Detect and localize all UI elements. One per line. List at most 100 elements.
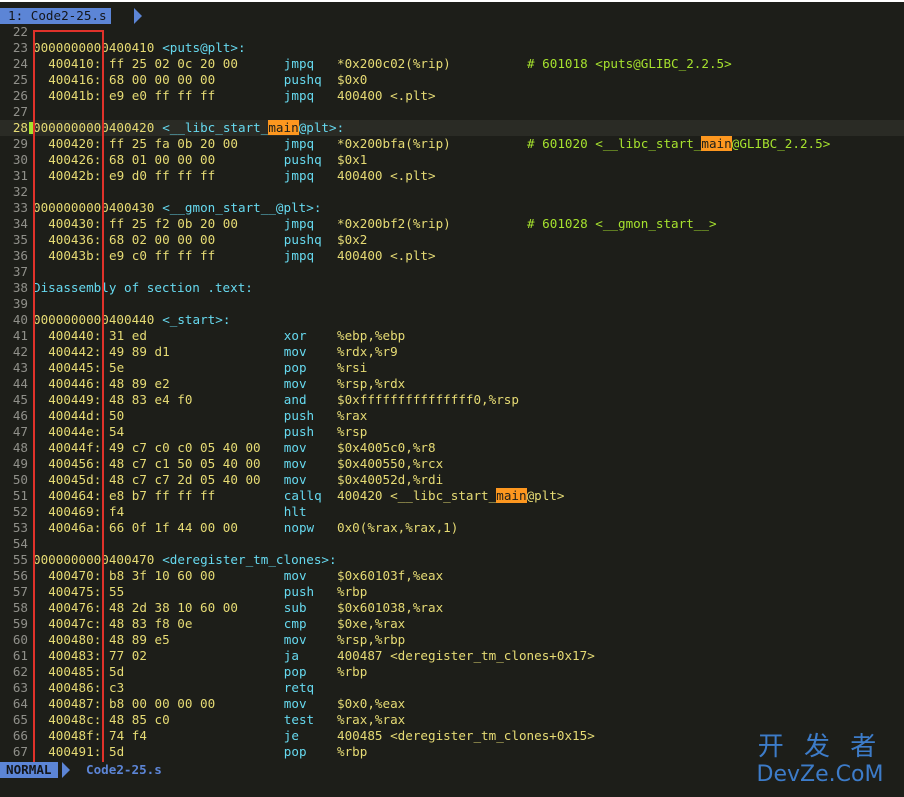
mnemonic: pop xyxy=(283,664,307,679)
line-number: 39 xyxy=(12,296,28,311)
opcode-bytes: 5e xyxy=(109,360,125,375)
annotation-box xyxy=(33,30,104,778)
line-number: 28 xyxy=(12,120,28,135)
opcode-bytes: ff 25 f2 0b 20 00 xyxy=(109,216,238,231)
opcode-bytes: 54 xyxy=(109,424,125,439)
mnemonic: pop xyxy=(283,360,307,375)
code-line[interactable]: 44 400446:48 89 e2 mov %rsp,%rdx xyxy=(0,376,904,392)
mode-indicator: NORMAL xyxy=(0,762,58,778)
opcode-bytes: 55 xyxy=(109,584,125,599)
code-line[interactable]: 40 0000000000400440 <_start>: xyxy=(0,312,904,328)
operands: %rbp xyxy=(337,664,368,679)
buffer-tab[interactable]: 1: Code2-25.s xyxy=(0,8,111,24)
code-line[interactable]: 62 400485:5d pop %rbp xyxy=(0,664,904,680)
disassembly-editor[interactable]: 22 23 0000000000400410 <puts@plt>: 24 400410:… xyxy=(0,24,904,760)
mnemonic: and xyxy=(283,392,307,407)
code-line[interactable]: 59 40047c:48 83 f8 0e cmp $0xe,%rax xyxy=(0,616,904,632)
code-line[interactable]: 41 400440:31 ed xor %ebp,%ebp xyxy=(0,328,904,344)
operands: *0x200c02(%rip) xyxy=(337,56,451,71)
code-line[interactable]: 24 400410: ff 25 02 0c 20 00 jmpq *0x200c02(… xyxy=(0,56,904,72)
code-line[interactable]: 51 400464: e8 b7 ff ff ff callq 400420 <__li… xyxy=(0,488,904,504)
code-line[interactable]: 47 40044e:54 push %rsp xyxy=(0,424,904,440)
operands: %rbp xyxy=(337,584,368,599)
opcode-bytes: 48 89 e2 xyxy=(109,376,170,391)
code-line[interactable]: 46 40044d:50 push %rax xyxy=(0,408,904,424)
code-line[interactable]: 65 40048c:48 85 c0 test %rax,%rax xyxy=(0,712,904,728)
code-line[interactable]: 33 0000000000400430 <__gmon_start__@plt>: xyxy=(0,200,904,216)
line-number: 40 xyxy=(12,312,28,327)
line-number: 23 xyxy=(12,40,28,55)
code-line[interactable]: 49 400456:48 c7 c1 50 05 40 00 mov $0x40055… xyxy=(0,456,904,472)
mnemonic: nopw xyxy=(283,520,315,535)
line-number: 55 xyxy=(12,552,28,567)
opcode-bytes: ff 25 fa 0b 20 00 xyxy=(109,136,238,151)
code-line[interactable]: 43 400445:5e pop %rsi xyxy=(0,360,904,376)
code-line[interactable]: 23 0000000000400410 <puts@plt>: xyxy=(0,40,904,56)
code-line[interactable]: 30 400426:68 01 00 00 00 pushq $0x1 xyxy=(0,152,904,168)
line-number: 33 xyxy=(12,200,28,215)
mnemonic: push xyxy=(283,424,315,439)
code-line[interactable]: 42 400442:49 89 d1 mov %rdx,%r9 xyxy=(0,344,904,360)
mnemonic: cmp xyxy=(283,616,307,631)
code-line[interactable]: 61 400483:77 02 ja 400487 <deregister_tm_cl… xyxy=(0,648,904,664)
mnemonic: jmpq xyxy=(283,216,315,231)
opcode-bytes: 68 02 00 00 00 xyxy=(109,232,216,247)
code-line[interactable]: 60 400480:48 89 e5 mov %rsp,%rbp xyxy=(0,632,904,648)
code-line[interactable]: 34 400430: ff 25 f2 0b 20 00 jmpq *0x200bf2(… xyxy=(0,216,904,232)
code-line[interactable]: 58 400476:48 2d 38 10 60 00 sub $0x601038,%… xyxy=(0,600,904,616)
comment: # 601020 <__libc_start_main@GLIBC_2.2.5> xyxy=(527,136,831,151)
code-line[interactable]: 31 40042b: e9 d0 ff ff ff jmpq 400400 <.plt> xyxy=(0,168,904,184)
comment: # 601018 <puts@GLIBC_2.2.5> xyxy=(527,56,732,71)
operands: 400400 <.plt> xyxy=(337,168,436,183)
code-line[interactable]: 39 xyxy=(0,296,904,312)
operands: $0x601038,%rax xyxy=(337,600,444,615)
code-line[interactable]: 22 xyxy=(0,24,904,40)
comment: # 601028 <__gmon_start__> xyxy=(527,216,717,231)
code-line[interactable]: 50 40045d:48 c7 c7 2d 05 40 00 mov $0x40052… xyxy=(0,472,904,488)
line-number: 47 xyxy=(12,424,28,439)
code-line[interactable]: 55 0000000000400470 <deregister_tm_clones>… xyxy=(0,552,904,568)
operands: *0x200bf2(%rip) xyxy=(337,216,451,231)
opcode-bytes: e8 b7 ff ff ff xyxy=(109,488,216,503)
code-line[interactable]: 38 Disassembly of section .text: xyxy=(0,280,904,296)
opcode-bytes: 68 01 00 00 00 xyxy=(109,152,216,167)
code-line[interactable]: 28 0000000000400420 <__libc_start_main@plt… xyxy=(0,120,904,136)
code-line[interactable]: 35 400436:68 02 00 00 00 pushq $0x2 xyxy=(0,232,904,248)
mnemonic: pop xyxy=(283,744,307,759)
code-line[interactable]: 57 400475:55 push %rbp xyxy=(0,584,904,600)
operands: $0x60103f,%eax xyxy=(337,568,444,583)
code-line[interactable]: 25 400416:68 00 00 00 00 pushq $0x0 xyxy=(0,72,904,88)
code-line[interactable]: 32 xyxy=(0,184,904,200)
code-line[interactable]: 26 40041b: e9 e0 ff ff ff jmpq 400400 <.plt> xyxy=(0,88,904,104)
mnemonic: mov xyxy=(283,472,307,487)
opcode-bytes: c3 xyxy=(109,680,125,695)
code-line[interactable]: 52 400469: f4 hlt xyxy=(0,504,904,520)
code-line[interactable]: 37 xyxy=(0,264,904,280)
code-line[interactable]: 54 xyxy=(0,536,904,552)
code-line[interactable]: 63 400486: c3 retq xyxy=(0,680,904,696)
operands: %rsp xyxy=(337,424,368,439)
opcode-bytes: 50 xyxy=(109,408,125,423)
code-line[interactable]: 48 40044f:49 c7 c0 c0 05 40 00 mov $0x4005c… xyxy=(0,440,904,456)
opcode-bytes: b8 3f 10 60 00 xyxy=(109,568,216,583)
code-line[interactable]: 53 40046a:66 0f 1f 44 00 00 nopw 0x0(%rax,%… xyxy=(0,520,904,536)
code-line[interactable]: 36 40043b: e9 c0 ff ff ff jmpq 400400 <.plt> xyxy=(0,248,904,264)
opcode-bytes: 48 83 e4 f0 xyxy=(109,392,193,407)
status-filename: Code2-25.s xyxy=(86,762,162,777)
code-line[interactable]: 29 400420: ff 25 fa 0b 20 00 jmpq *0x200bfa(… xyxy=(0,136,904,152)
line-number: 66 xyxy=(12,728,28,743)
line-number: 46 xyxy=(12,408,28,423)
watermark-line1: 开 发 者 xyxy=(757,732,883,762)
code-line[interactable]: 45 400449:48 83 e4 f0 and $0xffffffffffffff… xyxy=(0,392,904,408)
code-line[interactable]: 64 400487: b8 00 00 00 00 mov $0x0,%eax xyxy=(0,696,904,712)
opcode-bytes: 48 c7 c1 50 05 40 00 xyxy=(109,456,261,471)
line-number: 60 xyxy=(12,632,28,647)
operands: %rax,%rax xyxy=(337,712,406,727)
code-line[interactable]: 27 xyxy=(0,104,904,120)
line-number: 53 xyxy=(12,520,28,535)
opcode-bytes: 49 c7 c0 c0 05 40 00 xyxy=(109,440,261,455)
code-line[interactable]: 56 400470: b8 3f 10 60 00 mov $0x60103f,%eax xyxy=(0,568,904,584)
line-number: 54 xyxy=(12,536,28,551)
line-number: 63 xyxy=(12,680,28,695)
opcode-bytes: 31 ed xyxy=(109,328,147,343)
